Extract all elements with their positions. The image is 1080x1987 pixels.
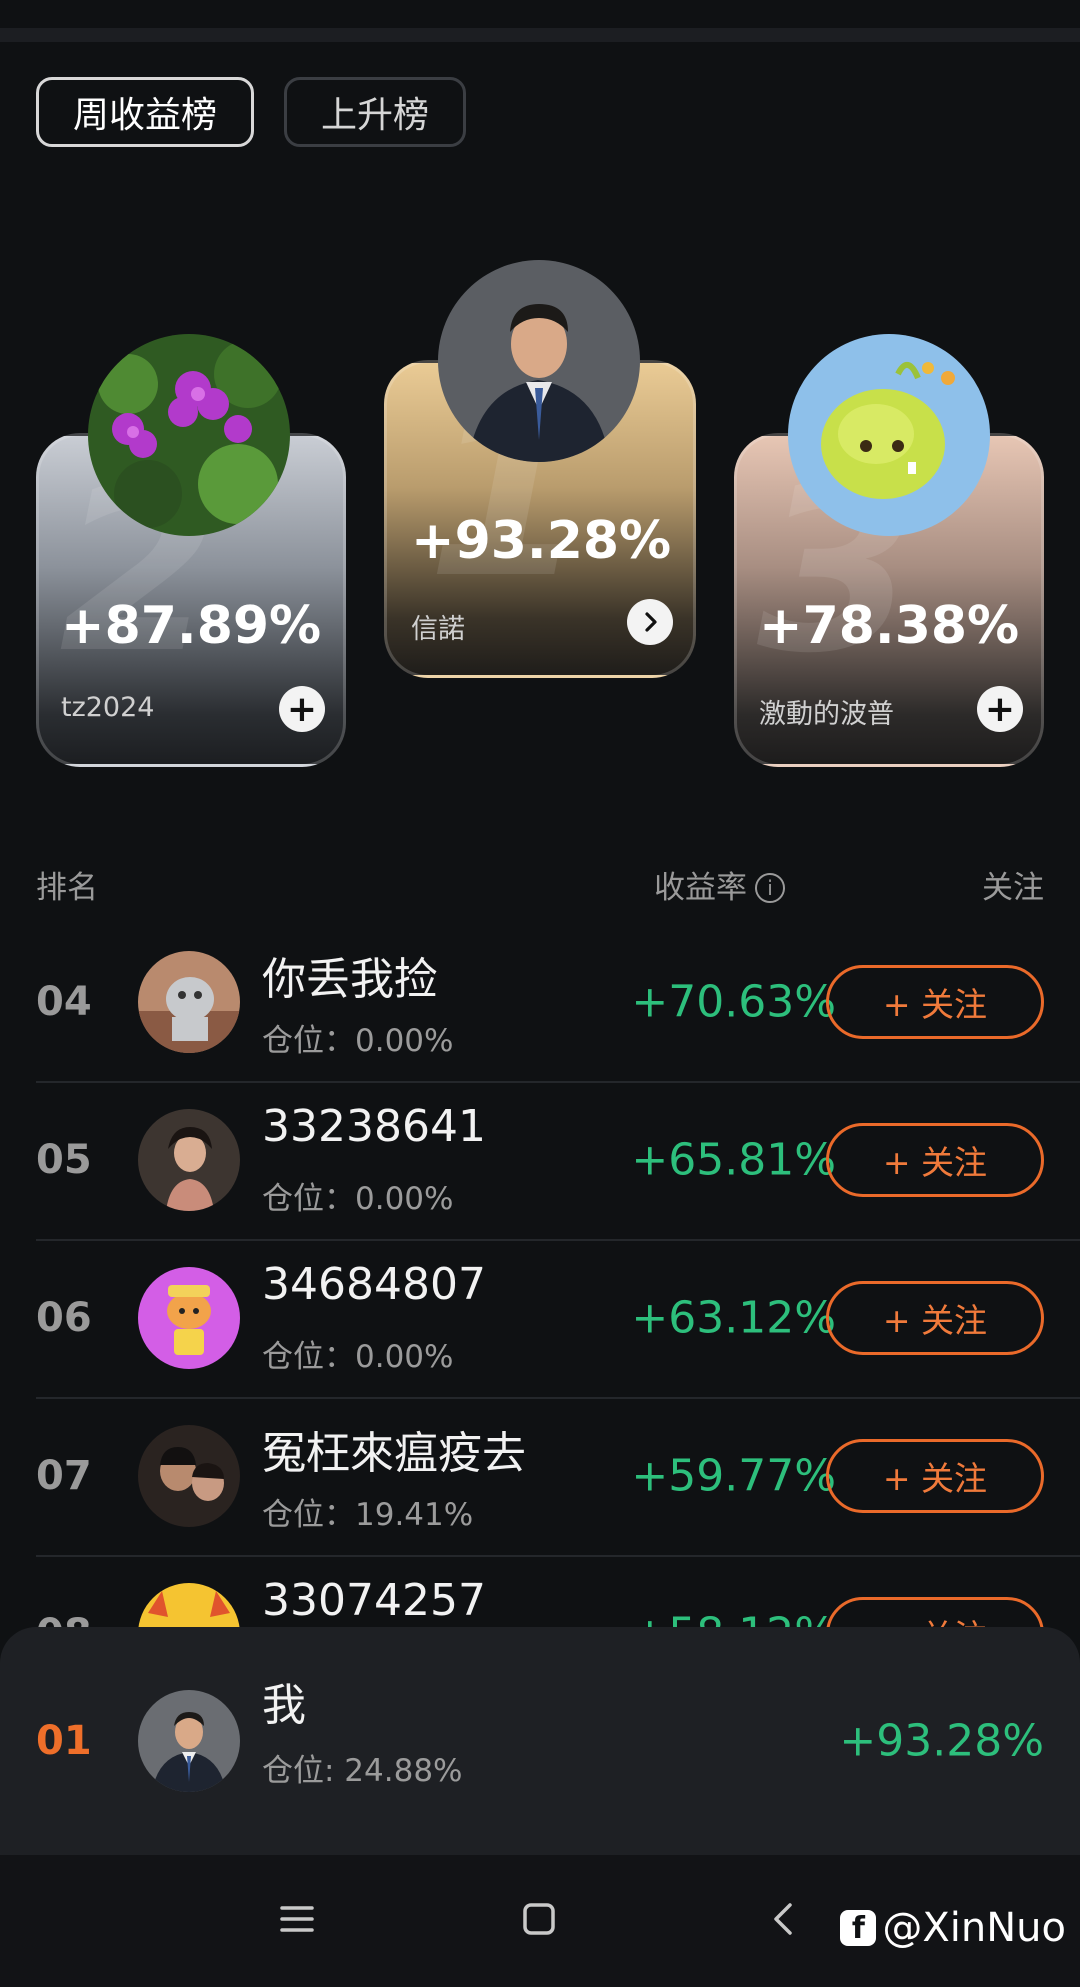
podium-return-pct: +87.89%: [61, 596, 322, 656]
home-icon[interactable]: [522, 1902, 556, 1940]
row-return-rate: +59.77%: [631, 1450, 836, 1502]
my-ranking-panel[interactable]: 01 我 仓位: 24.88% +93.28%: [0, 1627, 1080, 1855]
back-icon[interactable]: [770, 1901, 796, 1941]
facebook-logo-icon: f: [840, 1910, 877, 1946]
row-username: 33238641: [262, 1101, 486, 1152]
follow-button[interactable]: + 关注: [826, 1439, 1044, 1513]
chevron-right-icon[interactable]: [627, 599, 673, 645]
row-rank: 05: [36, 1137, 92, 1183]
header-return-rate[interactable]: 收益率 i: [654, 862, 785, 907]
podium-return-pct: +93.28%: [411, 511, 672, 571]
watermark: f @XinNuo: [840, 1905, 1066, 1951]
row-position: 仓位：0.00%: [262, 1181, 454, 1217]
row-rank: 07: [36, 1453, 92, 1499]
avatar[interactable]: [138, 951, 240, 1053]
tab-bar: 周收益榜 上升榜: [36, 77, 467, 147]
avatar[interactable]: [138, 1267, 240, 1369]
row-username: 你丢我捡: [262, 954, 438, 1005]
header-rank: 排名: [36, 870, 98, 906]
avatar-first[interactable]: [438, 260, 640, 462]
ranking-table-header: 排名 收益率 i 关注: [36, 862, 1044, 906]
row-return-rate: +70.63%: [631, 976, 836, 1028]
row-rank: 04: [36, 979, 92, 1025]
watermark-text: @XinNuo: [882, 1905, 1066, 1951]
avatar[interactable]: [138, 1109, 240, 1211]
table-row[interactable]: 04 你丢我捡 仓位：0.00% +70.63% + 关注: [36, 923, 1080, 1083]
avatar-third[interactable]: [788, 334, 990, 536]
row-rank: 06: [36, 1295, 92, 1341]
row-position: 仓位：0.00%: [262, 1023, 454, 1059]
plus-icon[interactable]: +: [977, 686, 1023, 732]
follow-button[interactable]: + 关注: [826, 1281, 1044, 1355]
header-follow: 关注: [982, 870, 1044, 906]
tab-rising[interactable]: 上升榜: [284, 77, 467, 147]
info-icon[interactable]: i: [755, 872, 785, 903]
row-position: 仓位：0.00%: [262, 1339, 454, 1375]
plus-icon[interactable]: +: [279, 686, 325, 732]
podium-username: 信諾: [411, 614, 465, 645]
header-return-rate-label: 收益率: [654, 870, 747, 906]
my-rank: 01: [36, 1718, 92, 1764]
podium-username: 激動的波普: [759, 699, 894, 730]
follow-button[interactable]: + 关注: [826, 1123, 1044, 1197]
follow-button[interactable]: + 关注: [826, 965, 1044, 1039]
row-username: 34684807: [262, 1259, 486, 1310]
table-row[interactable]: 06 34684807 仓位：0.00% +63.12% + 关注: [36, 1239, 1080, 1399]
row-username: 33074257: [262, 1575, 486, 1626]
avatar-second[interactable]: [88, 334, 290, 536]
menu-icon[interactable]: [280, 1904, 314, 1938]
status-divider: [0, 28, 1080, 42]
my-position: 仓位: 24.88%: [262, 1753, 463, 1789]
podium-return-pct: +78.38%: [759, 596, 1020, 656]
avatar[interactable]: [138, 1690, 240, 1792]
my-return-rate: +93.28%: [839, 1715, 1044, 1767]
row-return-rate: +65.81%: [631, 1134, 836, 1186]
podium-username: tz2024: [61, 692, 155, 723]
row-username: 冤枉來瘟疫去: [262, 1428, 526, 1479]
row-position: 仓位：19.41%: [262, 1497, 474, 1533]
my-username: 我: [262, 1680, 306, 1731]
row-return-rate: +63.12%: [631, 1292, 836, 1344]
my-ranking-row[interactable]: 01 我 仓位: 24.88% +93.28%: [36, 1627, 1080, 1855]
tab-weekly-return[interactable]: 周收益榜: [36, 77, 255, 147]
table-row[interactable]: 07 冤枉來瘟疫去 仓位：19.41% +59.77% + 关注: [36, 1397, 1080, 1557]
avatar[interactable]: [138, 1425, 240, 1527]
table-row[interactable]: 05 33238641 仓位：0.00% +65.81% + 关注: [36, 1081, 1080, 1241]
